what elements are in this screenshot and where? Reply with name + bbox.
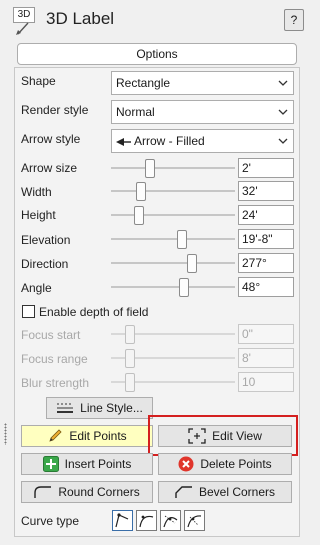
arrow-style-value: Arrow - Filled	[134, 134, 205, 148]
line-style-label: Line Style...	[80, 401, 143, 415]
width-input[interactable]: 32'	[238, 181, 294, 201]
arrow-size-label: Arrow size	[21, 161, 78, 175]
shape-label: Shape	[21, 74, 56, 88]
edit-points-button[interactable]: Edit Points	[21, 425, 153, 447]
slider-track	[111, 238, 235, 240]
plus-icon	[42, 456, 59, 472]
curve-type-corner-button[interactable]	[112, 510, 133, 531]
depth-of-field-checkbox[interactable]	[22, 305, 35, 318]
angle-input[interactable]: 48°	[238, 277, 294, 297]
slider-thumb[interactable]	[187, 254, 197, 273]
slider-thumb[interactable]	[125, 349, 135, 368]
shape-value: Rectangle	[116, 76, 171, 90]
insert-points-button[interactable]: Insert Points	[21, 453, 153, 475]
curve-type-spline-button[interactable]	[184, 510, 205, 531]
arrow-size-slider[interactable]	[111, 158, 235, 178]
slider-track	[111, 167, 235, 169]
curve-type-bezier-button[interactable]	[160, 510, 181, 531]
arrow-style-select[interactable]: Arrow - Filled	[111, 129, 294, 153]
slider-track	[111, 214, 235, 216]
chevron-down-icon	[278, 109, 288, 115]
direction-input[interactable]: 277°	[238, 253, 294, 273]
round-corner-icon	[34, 486, 52, 498]
render-style-value: Normal	[116, 105, 155, 119]
panel-title: 3D Label	[46, 9, 115, 28]
curve-corner-icon	[115, 513, 129, 528]
slider-thumb[interactable]	[136, 182, 146, 201]
slider-track	[111, 286, 235, 288]
focus-range-input[interactable]: 8'	[238, 348, 294, 368]
slider-thumb[interactable]	[177, 230, 187, 249]
slider-thumb[interactable]	[134, 206, 144, 225]
slider-track	[111, 190, 235, 192]
insert-points-label: Insert Points	[64, 457, 132, 471]
arrow-size-input[interactable]: 2'	[238, 158, 294, 178]
focus-range-slider[interactable]	[111, 348, 235, 368]
chevron-down-icon	[278, 80, 288, 86]
curve-bezier-icon	[163, 515, 178, 528]
focus-start-input[interactable]: 0"	[238, 324, 294, 344]
render-style-label: Render style	[21, 103, 89, 117]
curve-type-smooth-button[interactable]	[136, 510, 157, 531]
curve-type-label: Curve type	[21, 514, 80, 528]
line-style-icon	[57, 403, 74, 413]
elevation-slider[interactable]	[111, 229, 235, 249]
edit-points-label: Edit Points	[69, 429, 127, 443]
angle-label: Angle	[21, 281, 52, 295]
app-icon: 3D	[11, 5, 37, 35]
bevel-corner-icon	[175, 486, 192, 498]
delete-points-button[interactable]: Delete Points	[158, 453, 292, 475]
render-style-select[interactable]: Normal	[111, 100, 294, 124]
width-label: Width	[21, 185, 52, 199]
shape-select[interactable]: Rectangle	[111, 71, 294, 95]
height-label: Height	[21, 208, 56, 222]
filled-arrow-icon	[116, 138, 131, 146]
blur-strength-label: Blur strength	[21, 376, 90, 390]
slider-thumb[interactable]	[125, 373, 135, 392]
focus-range-label: Focus range	[21, 352, 88, 366]
slider-track	[111, 262, 235, 264]
resize-grip[interactable]	[4, 423, 7, 445]
elevation-label: Elevation	[21, 233, 71, 247]
line-style-button[interactable]: Line Style...	[46, 397, 153, 419]
height-input[interactable]: 24'	[238, 205, 294, 225]
height-slider[interactable]	[111, 205, 235, 225]
slider-thumb[interactable]	[125, 325, 135, 344]
options-header-button[interactable]: Options	[17, 43, 297, 65]
pencil-icon	[49, 429, 62, 442]
blur-strength-input[interactable]: 10	[238, 372, 294, 392]
slider-thumb[interactable]	[179, 278, 189, 297]
delete-icon	[178, 456, 194, 472]
help-button[interactable]: ?	[284, 9, 304, 31]
depth-of-field-label: Enable depth of field	[39, 305, 149, 319]
3d-icon-box: 3D	[13, 7, 35, 23]
curve-spline-icon	[187, 515, 202, 528]
elevation-input[interactable]: 19'-8"	[238, 229, 294, 249]
slider-thumb[interactable]	[145, 159, 155, 178]
direction-label: Direction	[21, 257, 69, 271]
arrow-icon	[16, 22, 29, 35]
blur-strength-slider[interactable]	[111, 372, 235, 392]
highlight-annotation-box	[148, 415, 298, 456]
focus-start-label: Focus start	[21, 328, 81, 342]
angle-slider[interactable]	[111, 277, 235, 297]
width-slider[interactable]	[111, 181, 235, 201]
chevron-down-icon	[278, 138, 288, 144]
focus-start-slider[interactable]	[111, 324, 235, 344]
round-corners-label: Round Corners	[58, 485, 140, 499]
direction-slider[interactable]	[111, 253, 235, 273]
bevel-corners-label: Bevel Corners	[198, 485, 276, 499]
bevel-corners-button[interactable]: Bevel Corners	[158, 481, 292, 503]
arrow-style-label: Arrow style	[21, 132, 81, 146]
delete-points-label: Delete Points	[200, 457, 272, 471]
curve-smooth-icon	[139, 515, 154, 528]
round-corners-button[interactable]: Round Corners	[21, 481, 153, 503]
